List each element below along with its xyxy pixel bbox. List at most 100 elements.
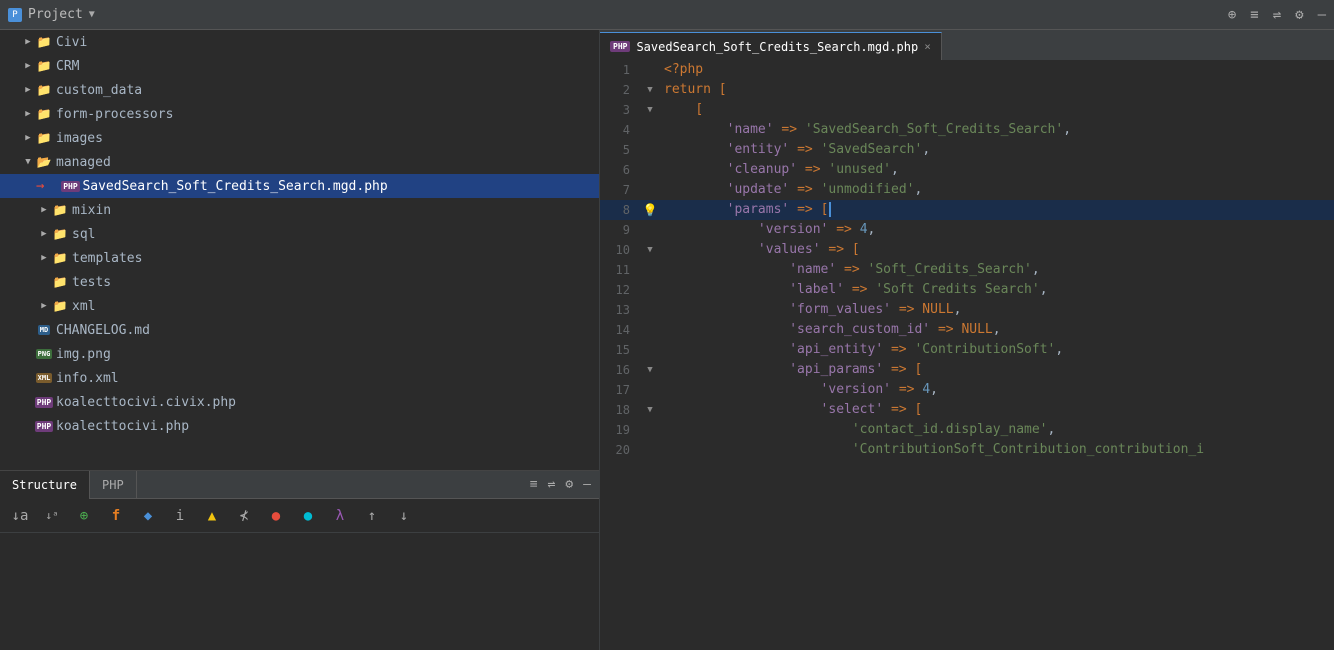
savedsearch-label: SavedSearch_Soft_Credits_Search.mgd.php: [82, 179, 387, 194]
push-down-icon[interactable]: ↓: [392, 504, 416, 528]
savedsearch-php-icon: PHP: [62, 178, 78, 194]
sidebar-item-images[interactable]: images: [0, 126, 599, 150]
code-line-14: 14 'search_custom_id' => NULL,: [600, 320, 1334, 340]
lambda-icon[interactable]: λ: [328, 504, 352, 528]
code-line-9: 9 'version' => 4,: [600, 220, 1334, 240]
fold-icon-18[interactable]: ▼: [647, 400, 652, 420]
title-bar-left: P Project ▼: [8, 7, 208, 22]
globe-icon[interactable]: ⊕: [1228, 7, 1236, 23]
code-line-7: 7 'update' => 'unmodified',: [600, 180, 1334, 200]
templates-label: templates: [72, 251, 142, 266]
sidebar-item-tests[interactable]: tests: [0, 270, 599, 294]
koalect-php-label: koalecttocivi.php: [56, 419, 189, 434]
filter-icon[interactable]: ⊀: [232, 504, 256, 528]
function-icon[interactable]: f: [104, 504, 128, 528]
editor-content[interactable]: 1 <?php 2 ▼ return [ 3 ▼ [ 4 'na: [600, 60, 1334, 650]
sidebar-item-info-xml[interactable]: XML info.xml: [0, 366, 599, 390]
sidebar-item-mixin[interactable]: mixin: [0, 198, 599, 222]
info-icon[interactable]: i: [168, 504, 192, 528]
code-line-10: 10 ▼ 'values' => [: [600, 240, 1334, 260]
images-arrow: [20, 130, 36, 146]
changelog-md-icon: MD: [36, 322, 52, 338]
managed-label: managed: [56, 155, 111, 170]
warning-icon[interactable]: ▲: [200, 504, 224, 528]
editor-tab-savedsearch[interactable]: PHP SavedSearch_Soft_Credits_Search.mgd.…: [600, 32, 942, 60]
img-png-label: img.png: [56, 347, 111, 362]
sidebar-item-savedsearch[interactable]: → PHP SavedSearch_Soft_Credits_Search.mg…: [0, 174, 599, 198]
main-layout: Civi CRM custom_data form-processors: [0, 30, 1334, 650]
xml-folder-icon: [52, 298, 68, 314]
images-label: images: [56, 131, 103, 146]
align2-icon[interactable]: ⇌: [1273, 7, 1281, 23]
civi-arrow: [20, 34, 36, 50]
fold-icon-3[interactable]: ▼: [647, 100, 652, 120]
tab-php-badge: PHP: [610, 41, 630, 52]
bottom-settings-icon[interactable]: ⚙: [565, 477, 573, 492]
editor-tabs: PHP SavedSearch_Soft_Credits_Search.mgd.…: [600, 30, 1334, 60]
sidebar-item-custom-data[interactable]: custom_data: [0, 78, 599, 102]
mixin-folder-icon: [52, 202, 68, 218]
code-line-8: 8 💡 'params' => [: [600, 200, 1334, 220]
align-icon[interactable]: ≡: [1250, 7, 1258, 23]
sql-folder-icon: [52, 226, 68, 242]
civi-folder-icon: [36, 34, 52, 50]
bottom-tab-actions: ≡ ⇌ ⚙ —: [530, 477, 599, 492]
sidebar-item-koalect-php[interactable]: PHP koalecttocivi.php: [0, 414, 599, 438]
fold-icon-10[interactable]: ▼: [647, 240, 652, 260]
code-line-6: 6 'cleanup' => 'unused',: [600, 160, 1334, 180]
code-line-11: 11 'name' => 'Soft_Credits_Search',: [600, 260, 1334, 280]
code-line-17: 17 'version' => 4,: [600, 380, 1334, 400]
push-up-icon[interactable]: ↑: [360, 504, 384, 528]
sort-alpha-icon[interactable]: ↓ᵃ: [40, 504, 64, 528]
sidebar-item-crm[interactable]: CRM: [0, 54, 599, 78]
sidebar-item-civi[interactable]: Civi: [0, 30, 599, 54]
code-line-5: 5 'entity' => 'SavedSearch',: [600, 140, 1334, 160]
bottom-align2-icon[interactable]: ⇌: [548, 477, 556, 492]
xml-arrow: [36, 298, 52, 314]
sidebar-item-templates[interactable]: templates: [0, 246, 599, 270]
crm-folder-icon: [36, 58, 52, 74]
add-node-icon[interactable]: ⊕: [72, 504, 96, 528]
crm-arrow: [20, 58, 36, 74]
sidebar-item-form-processors[interactable]: form-processors: [0, 102, 599, 126]
bottom-toolbar: ↓a ↓ᵃ ⊕ f ◆ i ▲ ⊀ ● ● λ ↑ ↓: [0, 499, 599, 533]
sidebar-item-changelog[interactable]: MD CHANGELOG.md: [0, 318, 599, 342]
settings-icon[interactable]: ⚙: [1295, 7, 1303, 23]
sql-arrow: [36, 226, 52, 242]
custom-data-label: custom_data: [56, 83, 142, 98]
circle-red-icon[interactable]: ●: [264, 504, 288, 528]
tab-close-btn[interactable]: ×: [924, 40, 931, 53]
sidebar: Civi CRM custom_data form-processors: [0, 30, 600, 470]
dropdown-arrow[interactable]: ▼: [89, 9, 95, 20]
img-png-icon: PNG: [36, 346, 52, 362]
sidebar-item-xml[interactable]: xml: [0, 294, 599, 318]
code-line-2: 2 ▼ return [: [600, 80, 1334, 100]
code-line-4: 4 'name' => 'SavedSearch_Soft_Credits_Se…: [600, 120, 1334, 140]
circle-cyan-icon[interactable]: ●: [296, 504, 320, 528]
bottom-tabs: Structure PHP ≡ ⇌ ⚙ —: [0, 471, 599, 499]
fold-icon-16[interactable]: ▼: [647, 360, 652, 380]
project-icon: P: [8, 8, 22, 22]
managed-arrow: [20, 154, 36, 170]
code-line-3: 3 ▼ [: [600, 100, 1334, 120]
diamond-icon[interactable]: ◆: [136, 504, 160, 528]
koalect-php-icon: PHP: [36, 418, 52, 434]
sidebar-item-img-png[interactable]: PNG img.png: [0, 342, 599, 366]
tab-structure[interactable]: Structure: [0, 471, 90, 499]
templates-arrow: [36, 250, 52, 266]
minimize-icon[interactable]: —: [1318, 7, 1326, 23]
sidebar-item-koalect-civix[interactable]: PHP koalecttocivi.civix.php: [0, 390, 599, 414]
sidebar-item-sql[interactable]: sql: [0, 222, 599, 246]
info-xml-label: info.xml: [56, 371, 119, 386]
editor-area: PHP SavedSearch_Soft_Credits_Search.mgd.…: [600, 30, 1334, 650]
bottom-align-icon[interactable]: ≡: [530, 477, 538, 492]
sidebar-item-managed[interactable]: managed: [0, 150, 599, 174]
fold-icon-2[interactable]: ▼: [647, 80, 652, 100]
sort-down-icon[interactable]: ↓a: [8, 504, 32, 528]
bulb-icon-8[interactable]: 💡: [643, 200, 658, 220]
bottom-minimize-icon[interactable]: —: [583, 477, 591, 492]
tab-php[interactable]: PHP: [90, 471, 137, 499]
images-folder-icon: [36, 130, 52, 146]
form-processors-label: form-processors: [56, 107, 173, 122]
code-line-19: 19 'contact_id.display_name',: [600, 420, 1334, 440]
